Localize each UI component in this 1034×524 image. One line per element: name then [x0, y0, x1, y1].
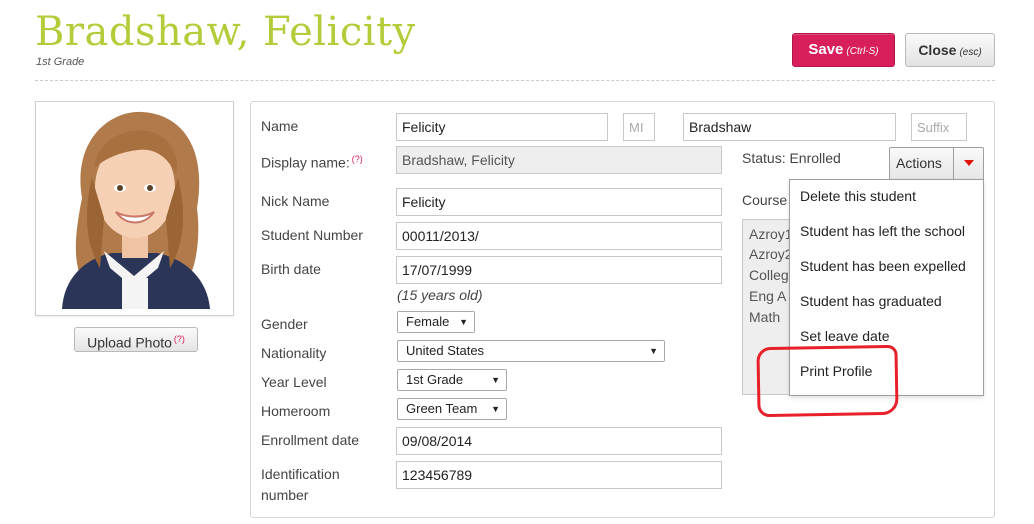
display-name-field: Bradshaw, Felicity: [396, 146, 722, 174]
chevron-down-icon: ▼: [649, 346, 658, 356]
student-portrait-image: [42, 108, 227, 309]
name-label: Name: [261, 118, 299, 134]
identification-label-line1: Identification: [261, 466, 340, 482]
student-number-input[interactable]: 00011/2013/: [396, 222, 722, 250]
suffix-placeholder: Suffix: [917, 120, 950, 135]
gender-value: Female: [406, 314, 450, 329]
course-item: Azroy1: [749, 226, 793, 242]
middle-initial-placeholder: MI: [629, 120, 644, 135]
display-name-label: Display name: (?): [261, 150, 363, 172]
birth-date-label: Birth date: [261, 261, 321, 277]
upload-photo-help-icon[interactable]: (?): [174, 334, 185, 344]
age-text: (15 years old): [397, 287, 483, 303]
student-number-label: Student Number: [261, 227, 363, 243]
course-item: Azroy2: [749, 246, 793, 262]
courses-label: Course: [742, 192, 788, 208]
homeroom-label: Homeroom: [261, 403, 331, 419]
identification-label: Identification number: [261, 465, 340, 504]
year-level-value: 1st Grade: [406, 372, 464, 387]
chevron-down-icon: ▼: [459, 317, 468, 327]
menu-item-delete-student[interactable]: Delete this student: [800, 188, 916, 204]
nick-name-label: Nick Name: [261, 193, 330, 209]
suffix-input[interactable]: Suffix: [911, 113, 967, 141]
identification-label-line2: number: [261, 487, 309, 503]
menu-item-set-leave-date[interactable]: Set leave date: [800, 328, 890, 344]
course-item: Colleg: [749, 267, 789, 283]
save-button[interactable]: Save (Ctrl-S): [792, 33, 895, 67]
chevron-down-icon: ▼: [491, 375, 500, 385]
actions-caret-toggle[interactable]: [953, 147, 984, 180]
status-text: Status: Enrolled: [742, 150, 841, 166]
nationality-label: Nationality: [261, 345, 327, 361]
first-name-input[interactable]: Felicity: [396, 113, 608, 141]
homeroom-select[interactable]: Green Team ▼: [397, 398, 507, 420]
save-shortcut-hint: (Ctrl-S): [846, 46, 879, 57]
year-level-select[interactable]: 1st Grade ▼: [397, 369, 507, 391]
upload-photo-label: Upload Photo: [87, 334, 172, 351]
birth-date-input[interactable]: 17/07/1999: [396, 256, 722, 284]
gender-select[interactable]: Female ▼: [397, 311, 475, 333]
middle-initial-input[interactable]: MI: [623, 113, 655, 141]
enrollment-date-label: Enrollment date: [261, 432, 360, 448]
upload-photo-button[interactable]: Upload Photo (?): [74, 327, 198, 352]
homeroom-value: Green Team: [406, 401, 478, 416]
student-photo-frame: [35, 101, 234, 316]
nationality-select[interactable]: United States ▼: [397, 340, 665, 362]
chevron-down-icon: ▼: [491, 404, 500, 414]
display-name-label-text: Display name:: [261, 154, 350, 171]
annotation-highlight: [756, 344, 899, 418]
page-subtitle: 1st Grade: [36, 56, 85, 68]
nick-name-input[interactable]: Felicity: [396, 188, 722, 216]
save-button-label: Save: [808, 41, 844, 58]
gender-label: Gender: [261, 316, 308, 332]
close-button-label: Close: [918, 42, 957, 58]
identification-input[interactable]: 123456789: [396, 461, 722, 489]
caret-down-icon: [964, 160, 974, 166]
nationality-value: United States: [406, 343, 485, 358]
menu-item-left-school[interactable]: Student has left the school: [800, 223, 965, 239]
page-title: Bradshaw, Felicity: [35, 9, 416, 55]
student-photo: [42, 108, 227, 309]
last-name-input[interactable]: Bradshaw: [683, 113, 896, 141]
enrollment-date-input[interactable]: 09/08/2014: [396, 427, 722, 455]
menu-item-graduated[interactable]: Student has graduated: [800, 293, 942, 309]
display-name-help-icon[interactable]: (?): [352, 154, 363, 164]
actions-label: Actions: [896, 155, 942, 171]
actions-dropdown-button[interactable]: Actions: [889, 147, 984, 180]
year-level-label: Year Level: [261, 374, 327, 390]
course-item: Math: [749, 309, 781, 325]
close-button[interactable]: Close (esc): [905, 33, 995, 67]
course-item: Eng A: [749, 288, 787, 304]
header-divider: [35, 80, 995, 81]
menu-item-expelled[interactable]: Student has been expelled: [800, 258, 966, 274]
close-shortcut-hint: (esc): [959, 47, 982, 58]
